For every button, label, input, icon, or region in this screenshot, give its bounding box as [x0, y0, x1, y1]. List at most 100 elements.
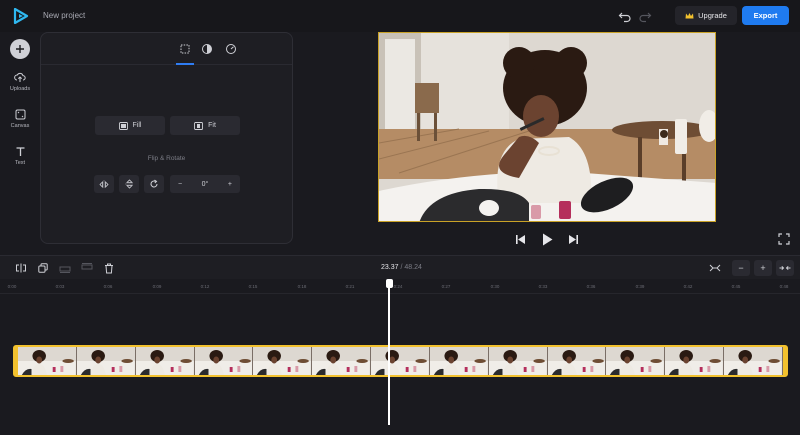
- clip-thumbnail: [312, 347, 372, 375]
- sidebar-item-text[interactable]: Text: [0, 146, 40, 166]
- timecode: 23.37 / 48.24: [381, 264, 422, 271]
- tab-speed-icon[interactable]: [224, 42, 238, 56]
- ruler-tick: 0:48: [779, 284, 789, 289]
- editor-app: New project Upgrade Export Uploads Canva…: [0, 0, 800, 435]
- project-title[interactable]: New project: [43, 11, 85, 20]
- sidebar-item-uploads[interactable]: Uploads: [0, 72, 40, 92]
- sidebar-item-label: Text: [14, 160, 26, 166]
- left-sidebar: Uploads Canvas Text: [0, 32, 40, 255]
- split-button[interactable]: [12, 261, 30, 275]
- fill-icon: [118, 121, 128, 130]
- fill-button[interactable]: Fill: [95, 116, 165, 135]
- fit-label: Fit: [208, 122, 216, 129]
- delete-button[interactable]: [100, 261, 118, 275]
- align-up-button[interactable]: [78, 261, 96, 275]
- rotate-increase-button[interactable]: +: [228, 181, 232, 188]
- clip-thumbnail: [724, 347, 783, 375]
- flip-vertical-icon: [125, 179, 133, 189]
- duplicate-icon: [38, 263, 48, 273]
- ruler-tick: 0:36: [586, 284, 596, 289]
- plus-icon: [16, 45, 24, 53]
- upgrade-button[interactable]: Upgrade: [675, 6, 737, 25]
- video-preview[interactable]: [378, 32, 716, 222]
- fit-button[interactable]: Fit: [170, 116, 240, 135]
- playback-controls: [515, 232, 579, 246]
- video-frame: [379, 33, 715, 221]
- timeline-toolbar: 23.37 / 48.24 − +: [0, 255, 800, 279]
- duplicate-button[interactable]: [34, 261, 52, 275]
- clip-thumbnail: [76, 347, 136, 375]
- sidebar-item-label: Canvas: [10, 123, 30, 129]
- clip-thumbnail: [488, 347, 548, 375]
- ruler-tick: 0:00: [7, 284, 17, 289]
- ruler-tick: 0:33: [538, 284, 548, 289]
- top-bar: New project Upgrade Export: [0, 0, 800, 32]
- zoom-out-button[interactable]: −: [732, 260, 750, 276]
- export-button[interactable]: Export: [742, 6, 789, 25]
- skip-forward-icon[interactable]: [568, 234, 579, 245]
- rotate-button[interactable]: [144, 175, 164, 193]
- rotation-value[interactable]: 0°: [202, 181, 209, 188]
- ruler-tick: 0:24: [393, 284, 403, 289]
- ruler-tick: 0:09: [152, 284, 162, 289]
- clip-thumbnail: [606, 347, 666, 375]
- flip-vertical-button[interactable]: [119, 175, 139, 193]
- ruler-tick: 0:42: [683, 284, 693, 289]
- rotation-stepper[interactable]: − 0° +: [170, 175, 240, 193]
- clip-thumbnail: [665, 347, 725, 375]
- timeline-ruler[interactable]: 0:00 0:03 0:06 0:09 0:12 0:15 0:18 0:21 …: [0, 280, 800, 294]
- snap-icon: [709, 264, 721, 272]
- tab-adjust-icon[interactable]: [200, 42, 214, 56]
- ruler-tick: 0:18: [297, 284, 307, 289]
- playhead-handle[interactable]: [385, 279, 393, 288]
- ruler-tick: 0:06: [103, 284, 113, 289]
- text-icon: [16, 147, 24, 156]
- ruler-tick: 0:45: [731, 284, 741, 289]
- flip-horizontal-button[interactable]: [94, 175, 114, 193]
- fit-timeline-icon: [779, 265, 791, 271]
- align-down-button[interactable]: [56, 261, 74, 275]
- clip-thumbnail: [547, 347, 607, 375]
- trash-icon: [105, 263, 113, 273]
- skip-back-icon[interactable]: [515, 234, 526, 245]
- properties-panel: Fill Fit Flip & Rotate − 0° +: [40, 32, 293, 244]
- ruler-tick: 0:39: [635, 284, 645, 289]
- flip-horizontal-icon: [99, 180, 109, 188]
- clip-thumbnail: [135, 347, 195, 375]
- crown-icon: [685, 12, 694, 18]
- clip-thumbnail: [194, 347, 254, 375]
- ruler-tick: 0:03: [55, 284, 65, 289]
- sidebar-item-label: Uploads: [9, 86, 31, 92]
- clip-thumbnail: [18, 347, 77, 375]
- align-down-icon: [59, 266, 71, 273]
- total-time: / 48.24: [400, 264, 422, 271]
- play-icon[interactable]: [542, 233, 553, 246]
- fullscreen-icon[interactable]: [778, 233, 790, 245]
- playhead[interactable]: [388, 283, 390, 425]
- video-clip[interactable]: [13, 345, 788, 377]
- active-tab-indicator: [176, 63, 194, 65]
- align-up-icon: [81, 263, 93, 270]
- tab-crop-icon[interactable]: [178, 42, 192, 56]
- ruler-tick: 0:12: [200, 284, 210, 289]
- clip-thumbnail: [253, 347, 313, 375]
- upload-icon: [14, 72, 26, 82]
- sidebar-item-canvas[interactable]: Canvas: [0, 109, 40, 129]
- split-icon: [16, 263, 26, 273]
- undo-icon[interactable]: [618, 9, 632, 23]
- fit-timeline-button[interactable]: [776, 260, 794, 276]
- zoom-in-button[interactable]: +: [754, 260, 772, 276]
- ruler-tick: 0:27: [441, 284, 451, 289]
- ruler-tick: 0:21: [345, 284, 355, 289]
- flip-rotate-label: Flip & Rotate: [147, 155, 186, 162]
- canvas-icon: [15, 109, 25, 120]
- redo-icon[interactable]: [638, 9, 652, 23]
- fill-label: Fill: [132, 122, 142, 129]
- clip-thumbnail: [429, 347, 489, 375]
- rotate-decrease-button[interactable]: −: [178, 181, 182, 188]
- rotate-icon: [150, 179, 158, 188]
- fit-icon: [194, 121, 204, 130]
- logo-icon[interactable]: [13, 8, 29, 24]
- add-media-button[interactable]: [10, 39, 30, 59]
- snap-button[interactable]: [706, 261, 724, 275]
